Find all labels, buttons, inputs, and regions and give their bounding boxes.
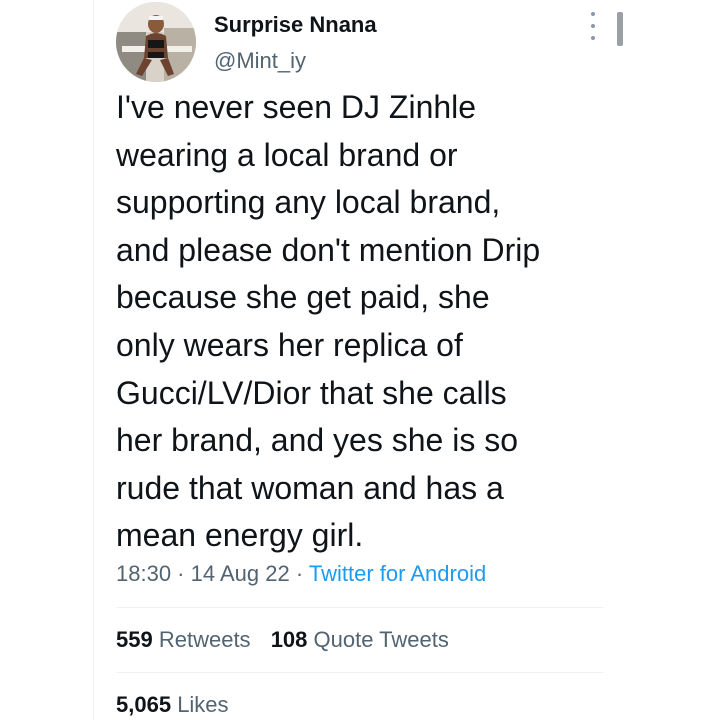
tweet-time[interactable]: 18:30 — [116, 561, 171, 586]
retweets-label: Retweets — [158, 627, 251, 652]
divider — [116, 607, 604, 608]
likes-stats-row: 5,065 Likes — [116, 692, 243, 718]
author-name[interactable]: Surprise Nnana — [214, 12, 377, 38]
likes-count: 5,065 — [116, 692, 172, 717]
column-border — [93, 0, 94, 720]
scrollbar-thumb[interactable] — [617, 12, 623, 46]
more-dot — [591, 12, 595, 16]
retweets-count: 559 — [116, 627, 153, 652]
engagement-stats-row: 559 Retweets 108 Quote Tweets — [116, 627, 463, 653]
tweet-source-link[interactable]: Twitter for Android — [309, 561, 486, 586]
likes-label: Likes — [177, 692, 229, 717]
profile-photo-icon — [116, 2, 196, 82]
tweet-text: I've never seen DJ Zinhle wearing a loca… — [116, 89, 541, 554]
more-dot — [591, 24, 595, 28]
divider — [116, 672, 604, 673]
retweets-stat[interactable]: 559 Retweets — [116, 627, 251, 653]
meta-separator: · — [289, 561, 309, 586]
tweet-meta: 18:30 · 14 Aug 22 · Twitter for Android — [116, 561, 486, 587]
more-dot — [591, 36, 595, 40]
more-options-icon[interactable] — [586, 12, 600, 40]
tweet-detail-view: Surprise Nnana @Mint_iy I've never seen … — [0, 0, 720, 720]
tweet-date[interactable]: 14 Aug 22 — [191, 561, 290, 586]
author-handle[interactable]: @Mint_iy — [214, 48, 306, 74]
quote-tweets-label: Quote Tweets — [313, 627, 449, 652]
meta-separator: · — [171, 561, 191, 586]
quote-tweets-count: 108 — [270, 627, 308, 652]
likes-stat[interactable]: 5,065 Likes — [116, 692, 229, 718]
avatar[interactable] — [116, 2, 196, 82]
quote-tweets-stat[interactable]: 108 Quote Tweets — [271, 627, 449, 653]
